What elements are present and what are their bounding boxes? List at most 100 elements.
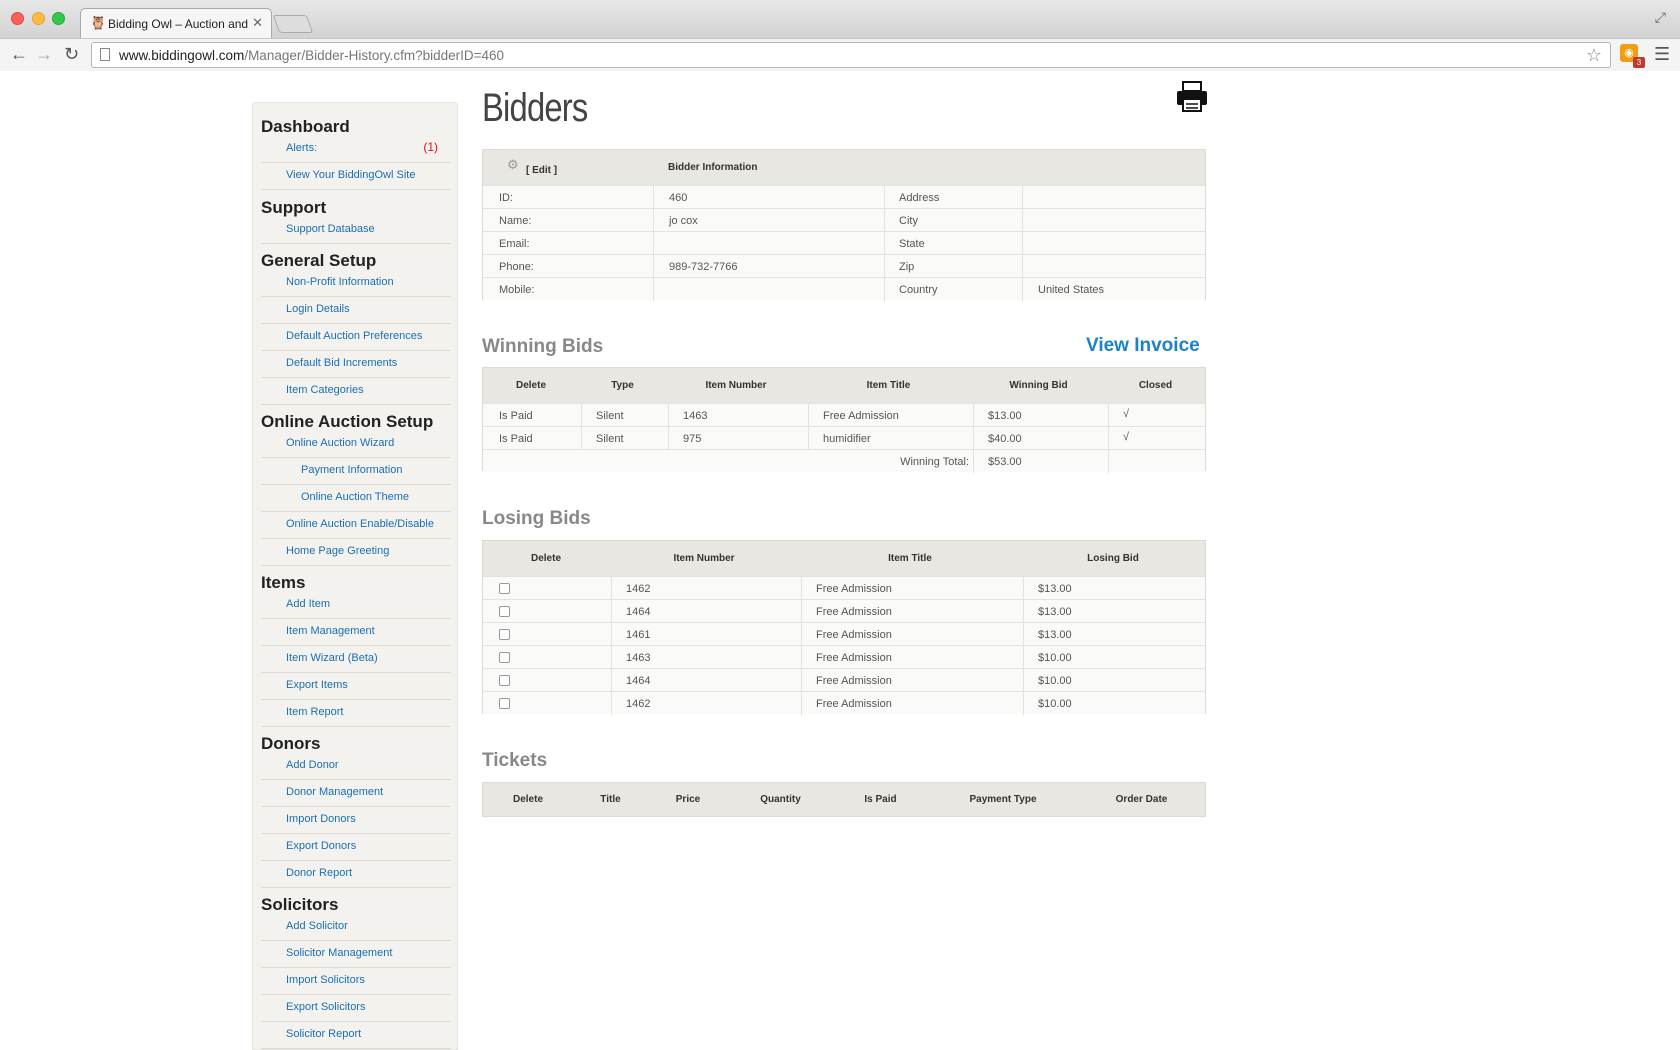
sidebar-item-item-mgmt[interactable]: Item Management xyxy=(261,619,451,646)
back-arrow-icon[interactable]: ← xyxy=(10,43,28,65)
sidebar-item-online-wizard[interactable]: Online Auction Wizard xyxy=(261,431,451,458)
sidebar-item-import-solicitors[interactable]: Import Solicitors xyxy=(261,968,451,995)
sidebar-link-donor-report[interactable]: Donor Report xyxy=(286,867,352,879)
forward-arrow-icon[interactable]: → xyxy=(35,43,53,65)
table-row: 1464 Free Admission $10.00 xyxy=(483,668,1205,692)
sidebar-item-solicitor-mgmt[interactable]: Solicitor Management xyxy=(261,941,451,968)
sidebar-link-item-report[interactable]: Item Report xyxy=(286,706,343,718)
sidebar-link-online-enable[interactable]: Online Auction Enable/Disable xyxy=(286,518,434,530)
sidebar-item-nonprofit[interactable]: Non-Profit Information xyxy=(261,270,451,297)
sidebar-item-login[interactable]: Login Details xyxy=(261,297,451,324)
item-number: 1464 xyxy=(626,606,651,618)
printer-icon[interactable] xyxy=(1175,80,1209,114)
edit-bidder-link[interactable]: [ Edit ] xyxy=(526,165,557,176)
sidebar-link-home-greeting[interactable]: Home Page Greeting xyxy=(286,545,389,557)
tab-close-icon[interactable]: ✕ xyxy=(252,15,263,31)
sidebar-item-add-donor[interactable]: Add Donor xyxy=(261,753,451,780)
sidebar-link-import-donors[interactable]: Import Donors xyxy=(286,813,356,825)
col-order-date[interactable]: Order Date xyxy=(1078,794,1205,805)
sidebar-link-donor-mgmt[interactable]: Donor Management xyxy=(286,786,383,798)
sidebar-link-default-prefs[interactable]: Default Auction Preferences xyxy=(286,330,422,342)
col-item-number[interactable]: Item Number xyxy=(666,380,806,391)
minimize-window-button[interactable] xyxy=(32,12,45,25)
sidebar-item-solicitor-report[interactable]: Solicitor Report xyxy=(261,1022,451,1049)
sidebar-item-export-solicitors[interactable]: Export Solicitors xyxy=(261,995,451,1022)
gear-icon[interactable]: ⚙ xyxy=(507,157,519,173)
fullscreen-icon[interactable]: ⤢ xyxy=(1655,9,1666,26)
sidebar-link-add-donor[interactable]: Add Donor xyxy=(286,759,339,771)
sidebar-link-support-db[interactable]: Support Database xyxy=(286,223,375,235)
sidebar-heading-items: Items xyxy=(261,573,306,592)
table-row: Is Paid Silent 975 humidifier $40.00 √ xyxy=(483,426,1205,450)
sidebar-link-categories[interactable]: Item Categories xyxy=(286,384,364,396)
sidebar-link-alerts[interactable]: Alerts: xyxy=(286,142,317,154)
col-item-title[interactable]: Item Title xyxy=(806,380,971,391)
sidebar-item-payment-info[interactable]: Payment Information xyxy=(261,458,451,485)
label-country: Country xyxy=(899,284,938,296)
sidebar-item-default-bid[interactable]: Default Bid Increments xyxy=(261,351,451,378)
col-losing-bid[interactable]: Losing Bid xyxy=(1021,553,1205,564)
delete-checkbox[interactable] xyxy=(499,675,510,686)
sidebar-link-online-theme[interactable]: Online Auction Theme xyxy=(301,491,409,503)
sidebar-item-categories[interactable]: Item Categories xyxy=(261,378,451,405)
url-text[interactable]: www.biddingowl.com/Manager/Bidder-Histor… xyxy=(119,48,504,63)
close-window-button[interactable] xyxy=(11,12,24,25)
sidebar-link-export-items[interactable]: Export Items xyxy=(286,679,348,691)
sidebar-item-item-report[interactable]: Item Report xyxy=(261,700,451,727)
sidebar-link-online-wizard[interactable]: Online Auction Wizard xyxy=(286,437,394,449)
view-invoice-link[interactable]: View Invoice xyxy=(1086,335,1200,357)
zoom-window-button[interactable] xyxy=(52,12,65,25)
reload-icon[interactable]: ↻ xyxy=(64,43,79,65)
col-payment-type[interactable]: Payment Type xyxy=(928,794,1078,805)
sidebar-item-export-donors[interactable]: Export Donors xyxy=(261,834,451,861)
browser-menu-icon[interactable]: ☰ xyxy=(1654,44,1670,65)
address-bar[interactable]: www.biddingowl.com/Manager/Bidder-Histor… xyxy=(91,42,1611,68)
sidebar-link-solicitor-mgmt[interactable]: Solicitor Management xyxy=(286,947,392,959)
col-winning-bid[interactable]: Winning Bid xyxy=(971,380,1106,391)
sidebar-item-donor-report[interactable]: Donor Report xyxy=(261,861,451,888)
sidebar-item-add-solicitor[interactable]: Add Solicitor xyxy=(261,914,451,941)
col-quantity[interactable]: Quantity xyxy=(728,794,833,805)
sidebar-link-solicitor-report[interactable]: Solicitor Report xyxy=(286,1028,361,1040)
sidebar-item-item-wizard[interactable]: Item Wizard (Beta) xyxy=(261,646,451,673)
item-title: Free Admission xyxy=(816,698,892,710)
sidebar-item-donor-mgmt[interactable]: Donor Management xyxy=(261,780,451,807)
col-item-number[interactable]: Item Number xyxy=(609,553,799,564)
sidebar-link-default-bid[interactable]: Default Bid Increments xyxy=(286,357,397,369)
sidebar-item-import-donors[interactable]: Import Donors xyxy=(261,807,451,834)
sidebar-link-nonprofit[interactable]: Non-Profit Information xyxy=(286,276,394,288)
sidebar-item-alerts[interactable]: Alerts: (1) xyxy=(261,136,451,163)
sidebar-item-export-items[interactable]: Export Items xyxy=(261,673,451,700)
bookmark-star-icon[interactable]: ☆ xyxy=(1586,45,1602,66)
label-name: Name: xyxy=(499,215,532,227)
sidebar-link-payment-info[interactable]: Payment Information xyxy=(301,464,403,476)
delete-checkbox[interactable] xyxy=(499,583,510,594)
sidebar-item-view-site[interactable]: View Your BiddingOwl Site xyxy=(261,163,451,190)
col-is-paid[interactable]: Is Paid xyxy=(833,794,928,805)
sidebar-link-login[interactable]: Login Details xyxy=(286,303,350,315)
sidebar-link-view-site[interactable]: View Your BiddingOwl Site xyxy=(286,169,415,181)
sidebar-item-support-db[interactable]: Support Database xyxy=(261,217,451,244)
sidebar-link-export-donors[interactable]: Export Donors xyxy=(286,840,356,852)
sidebar-link-add-item[interactable]: Add Item xyxy=(286,598,330,610)
col-title[interactable]: Title xyxy=(573,794,648,805)
col-price[interactable]: Price xyxy=(648,794,728,805)
item-number: 1463 xyxy=(683,410,708,422)
sidebar-item-default-prefs[interactable]: Default Auction Preferences xyxy=(261,324,451,351)
delete-checkbox[interactable] xyxy=(499,606,510,617)
sidebar-link-import-solicitors[interactable]: Import Solicitors xyxy=(286,974,365,986)
browser-tab[interactable]: 🦉 Bidding Owl – Auction and ✕ xyxy=(80,8,272,38)
new-tab-button[interactable] xyxy=(272,15,314,33)
sidebar-item-online-theme[interactable]: Online Auction Theme xyxy=(261,485,451,512)
delete-checkbox[interactable] xyxy=(499,629,510,640)
col-item-title[interactable]: Item Title xyxy=(799,553,1021,564)
sidebar-link-add-solicitor[interactable]: Add Solicitor xyxy=(286,920,348,932)
delete-checkbox[interactable] xyxy=(499,652,510,663)
sidebar-link-item-wizard[interactable]: Item Wizard (Beta) xyxy=(286,652,378,664)
delete-checkbox[interactable] xyxy=(499,698,510,709)
sidebar-item-add-item[interactable]: Add Item xyxy=(261,592,451,619)
sidebar-item-home-greeting[interactable]: Home Page Greeting xyxy=(261,539,451,566)
sidebar-link-item-mgmt[interactable]: Item Management xyxy=(286,625,375,637)
sidebar-item-online-enable[interactable]: Online Auction Enable/Disable xyxy=(261,512,451,539)
sidebar-link-export-solicitors[interactable]: Export Solicitors xyxy=(286,1001,365,1013)
